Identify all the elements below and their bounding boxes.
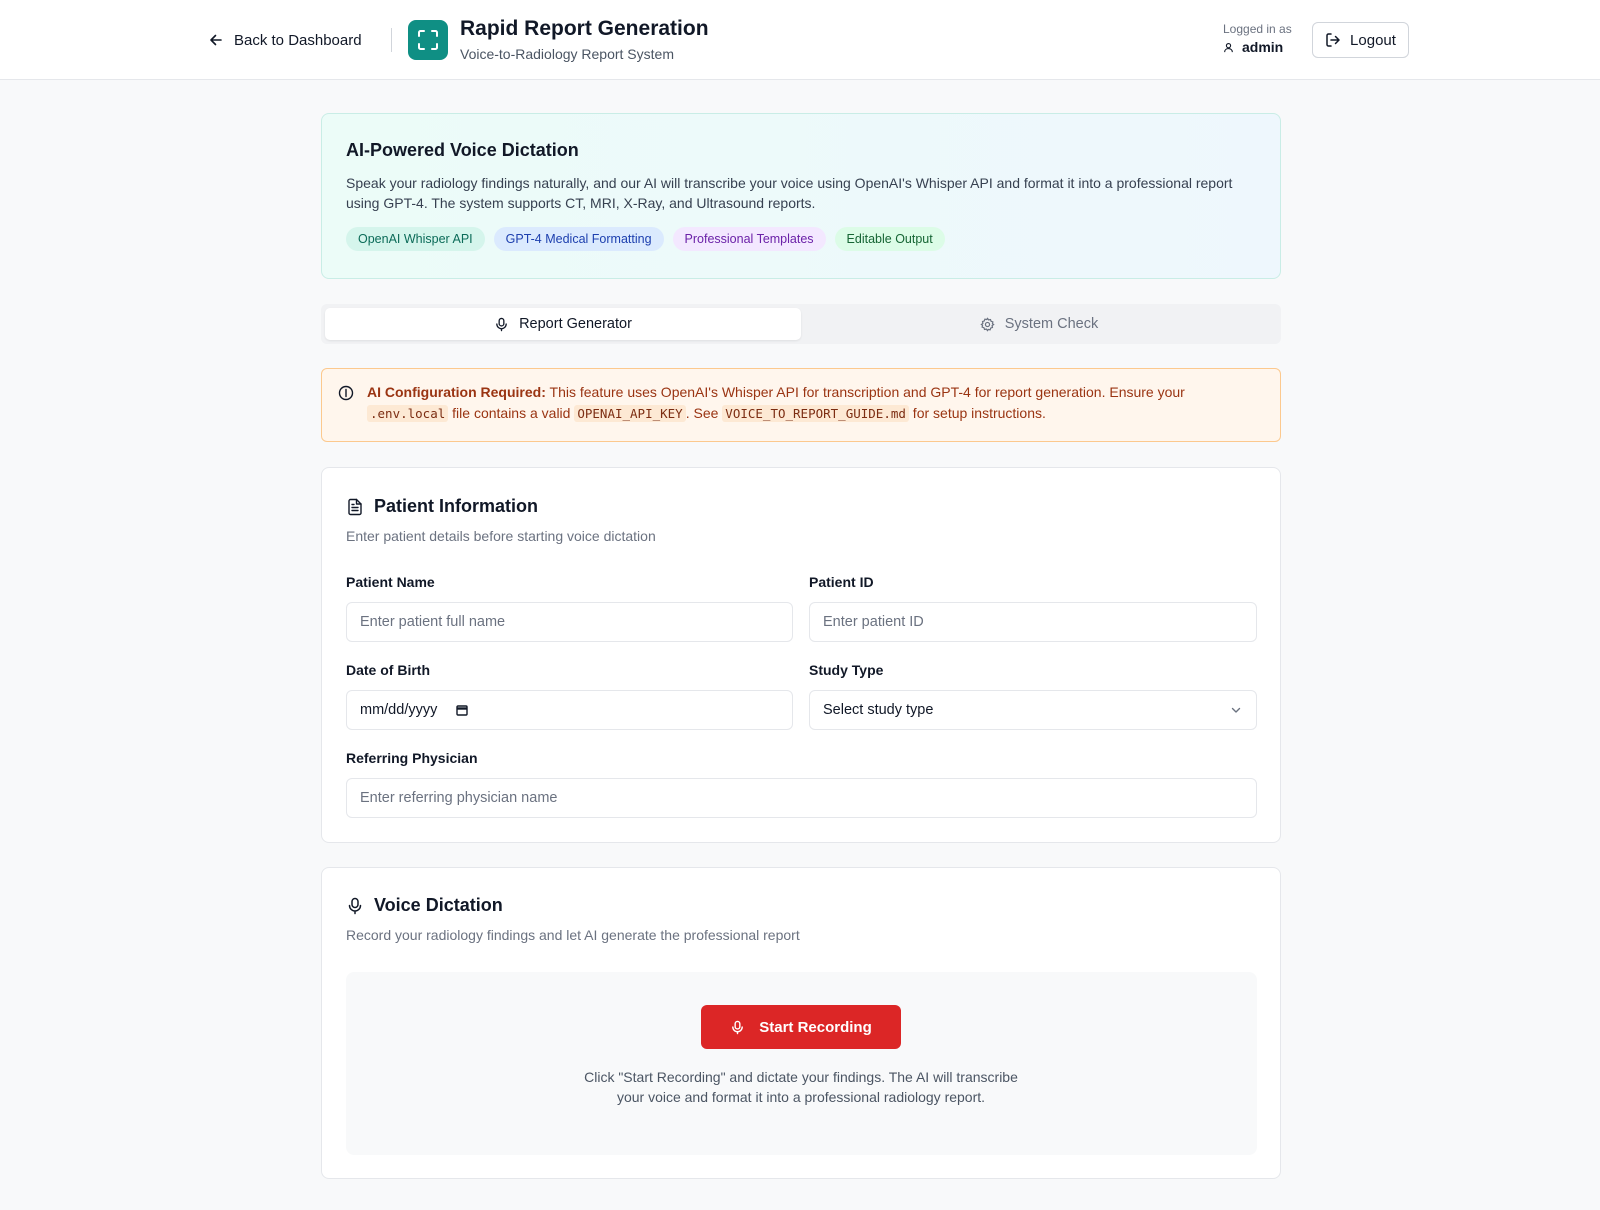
calendar-icon[interactable] <box>455 703 469 717</box>
chevron-down-icon <box>1231 707 1241 713</box>
username: admin <box>1242 39 1284 55</box>
date-of-birth-value: mm/dd/yyyy <box>360 702 438 718</box>
patient-information-description: Enter patient details before starting vo… <box>346 528 656 544</box>
tab-report-generator-label: Report Generator <box>519 316 632 332</box>
voice-dictation-description: Record your radiology findings and let A… <box>346 927 800 943</box>
badge-whisper: OpenAI Whisper API <box>346 227 485 251</box>
patient-information-card: Patient Information Enter patient detail… <box>321 467 1281 843</box>
logout-label: Logout <box>1350 31 1396 49</box>
alert-code-key: OPENAI_API_KEY <box>574 404 686 422</box>
badge-templates: Professional Templates <box>672 227 826 251</box>
top-bar: Back to Dashboard Rapid Report Generatio… <box>0 0 1600 80</box>
recording-help-text: Click "Start Recording" and dictate your… <box>584 1069 1018 1105</box>
voice-dictation-heading: Voice Dictation <box>346 895 503 916</box>
app-title: Rapid Report Generation <box>460 17 709 40</box>
patient-information-title: Patient Information <box>374 496 539 516</box>
study-type-value: Select study type <box>823 702 934 718</box>
patient-id-input[interactable]: Enter patient ID <box>809 602 1257 642</box>
intro-title: AI-Powered Voice Dictation <box>346 140 579 160</box>
mic-icon <box>732 1020 744 1034</box>
feature-badges: OpenAI Whisper API GPT-4 Medical Formatt… <box>346 227 1256 251</box>
logged-in-label: Logged in as <box>1223 22 1292 36</box>
alert-text-4: for setup instructions. <box>908 404 1046 421</box>
mic-icon <box>496 317 507 331</box>
study-type-select[interactable]: Select study type <box>809 690 1257 730</box>
start-recording-button[interactable]: Start Recording <box>701 1005 901 1049</box>
back-label: Back to Dashboard <box>234 31 362 49</box>
date-of-birth-label: Date of Birth <box>346 662 430 678</box>
back-to-dashboard-link[interactable]: Back to Dashboard <box>208 26 362 54</box>
patient-name-label: Patient Name <box>346 574 435 590</box>
alert-code-env: .env.local <box>367 404 449 422</box>
arrow-left-icon <box>210 34 222 46</box>
start-recording-label: Start Recording <box>759 1018 872 1036</box>
header-divider <box>391 28 392 52</box>
date-of-birth-input[interactable]: mm/dd/yyyy <box>346 690 793 730</box>
config-alert: AI Configuration Required: This feature … <box>321 368 1281 442</box>
alert-title: AI Configuration Required: <box>367 384 546 400</box>
referring-physician-label: Referring Physician <box>346 750 478 766</box>
patient-name-input[interactable]: Enter patient full name <box>346 602 793 642</box>
gear-icon <box>980 316 995 332</box>
user-icon <box>1224 42 1233 52</box>
referring-physician-input[interactable]: Enter referring physician name <box>346 778 1257 818</box>
logout-button[interactable]: Logout <box>1312 22 1409 58</box>
tab-system-check-label: System Check <box>1004 316 1099 332</box>
info-circle-icon <box>338 385 354 401</box>
patient-information-heading: Patient Information <box>346 496 538 517</box>
alert-text-2: file contains a valid <box>448 404 575 421</box>
voice-dictation-title: Voice Dictation <box>374 895 503 915</box>
logout-icon <box>1326 33 1340 47</box>
tab-list: Report Generator System Check <box>321 304 1281 344</box>
alert-code-guide: VOICE_TO_REPORT_GUIDE.md <box>722 404 909 422</box>
patient-id-label: Patient ID <box>809 574 874 590</box>
badge-editable: Editable Output <box>834 227 945 251</box>
badge-gpt4: GPT-4 Medical Formatting <box>493 227 664 251</box>
scan-icon <box>408 20 448 60</box>
recording-area: Start Recording Click "Start Recording" … <box>346 972 1257 1155</box>
voice-dictation-card: Voice Dictation Record your radiology fi… <box>321 867 1281 1179</box>
tab-system-check[interactable]: System Check <box>801 308 1277 340</box>
intro-description: Speak your radiology findings naturally,… <box>346 175 1233 211</box>
current-user: admin <box>1223 39 1283 55</box>
intro-panel: AI-Powered Voice Dictation Speak your ra… <box>321 113 1281 279</box>
tab-report-generator[interactable]: Report Generator <box>325 308 801 340</box>
alert-text-1: This feature uses OpenAI's Whisper API f… <box>545 384 1185 400</box>
alert-text-3: . See <box>685 404 723 421</box>
document-icon <box>348 498 362 515</box>
mic-icon <box>348 897 362 914</box>
study-type-label: Study Type <box>809 662 884 678</box>
app-subtitle: Voice-to-Radiology Report System <box>460 46 674 62</box>
